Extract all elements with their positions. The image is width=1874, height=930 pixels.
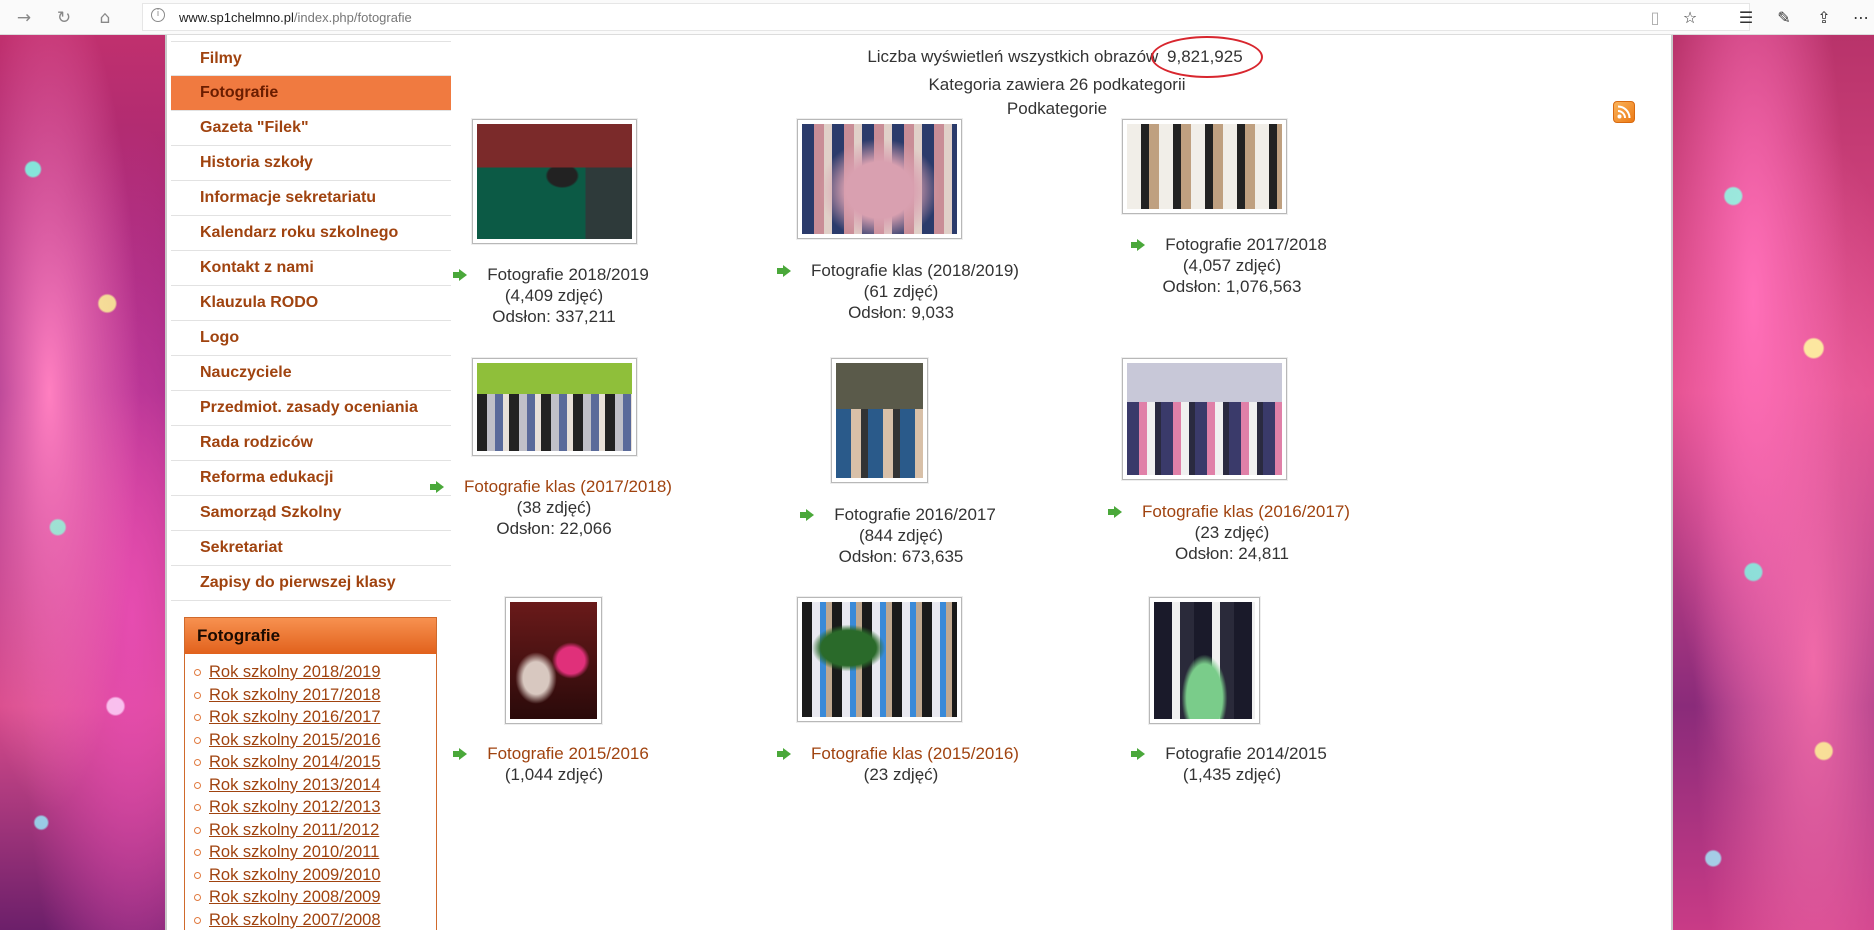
subcategory-title-link[interactable]: Fotografie 2017/2018 — [1131, 234, 1327, 255]
photo-count: (23 zdjęć) — [863, 765, 939, 784]
subcategory-title-link[interactable]: Fotografie klas (2016/2017) — [1108, 501, 1350, 522]
background-decoration-left — [0, 35, 165, 930]
subcategory-title-link[interactable]: Fotografie klas (2018/2019) — [777, 260, 1019, 281]
photo-image — [1154, 602, 1255, 719]
photo-count: (38 zdjęć) — [516, 498, 592, 517]
url-host: www.sp1chelmno.pl — [179, 10, 294, 25]
year-link-11[interactable]: Rok szkolny 2007/2008 — [193, 909, 436, 930]
subcategory-caption: Fotografie 2016/2017 (844 zdjęć) Odsłon: 6… — [711, 504, 1091, 567]
home-icon[interactable]: ⌂ — [93, 6, 117, 30]
subcategory-caption: Fotografie 2015/2016 (1,044 zdjęć) — [364, 743, 744, 785]
sidebar-item-15[interactable]: Zapisy do pierwszej klasy — [171, 566, 451, 601]
subcategory-thumbnail[interactable] — [1149, 597, 1260, 724]
year-link-9[interactable]: Rok szkolny 2009/2010 — [193, 864, 436, 887]
browser-toolbar: → ↻ ⌂ i www.sp1chelmno.pl/index.php/foto… — [0, 0, 1874, 35]
subcategory-title-link[interactable]: Fotografie klas (2017/2018) — [430, 476, 672, 497]
more-icon[interactable]: ⋯ — [1849, 6, 1873, 30]
photo-count: (844 zdjęć) — [858, 526, 944, 545]
photo-count: (61 zdjęć) — [863, 282, 939, 301]
sidebar-item-5[interactable]: Kalendarz roku szkolnego — [171, 216, 451, 251]
subcategories-heading: Podkategorie — [1006, 99, 1108, 118]
rss-icon[interactable] — [1613, 101, 1635, 123]
subcategory-title-link[interactable]: Fotografie 2014/2015 — [1131, 743, 1327, 764]
pen-icon[interactable]: ✎ — [1772, 6, 1796, 30]
year-link-7[interactable]: Rok szkolny 2011/2012 — [193, 819, 436, 842]
views-label: Liczba wyświetleń wszystkich obrazów — [867, 47, 1159, 66]
sidebar-item-2[interactable]: Gazeta "Filek" — [171, 111, 451, 146]
view-count: Odsłon: 673,635 — [838, 547, 964, 566]
year-link-10[interactable]: Rok szkolny 2008/2009 — [193, 886, 436, 909]
subcategory-thumbnail[interactable] — [505, 597, 602, 724]
photo-image — [802, 602, 957, 717]
photo-image — [477, 363, 632, 451]
photo-image — [510, 602, 597, 719]
year-link-1[interactable]: Rok szkolny 2017/2018 — [193, 684, 436, 707]
url-text: www.sp1chelmno.pl/index.php/fotografie — [179, 10, 412, 25]
sidebar-item-3[interactable]: Historia szkoły — [171, 146, 451, 181]
sidebar-item-0[interactable]: Filmy — [171, 41, 451, 76]
subcategory-thumbnail[interactable] — [472, 119, 637, 244]
forward-icon[interactable]: → — [12, 6, 36, 30]
subcategory-caption: Fotografie klas (2016/2017) (23 zdjęć) Ods… — [1042, 501, 1422, 564]
year-link-8[interactable]: Rok szkolny 2010/2011 — [193, 841, 436, 864]
view-count: Odsłon: 337,211 — [492, 307, 616, 326]
subcategory-thumbnail[interactable] — [472, 358, 637, 456]
photo-image — [477, 124, 632, 239]
photo-image — [802, 124, 957, 234]
address-bar[interactable]: i www.sp1chelmno.pl/index.php/fotografie — [142, 3, 1750, 31]
subcategory-caption: Fotografie klas (2018/2019) (61 zdjęć) Ods… — [711, 260, 1091, 323]
url-path: /index.php/fotografie — [293, 10, 412, 25]
share-icon[interactable]: ⇪ — [1812, 6, 1836, 30]
sidebar-item-10[interactable]: Przedmiot. zasady oceniania — [171, 391, 451, 426]
photo-count: (23 zdjęć) — [1194, 523, 1270, 542]
sidebar-item-1[interactable]: Fotografie — [171, 76, 451, 111]
photo-count: (1,435 zdjęć) — [1182, 765, 1282, 784]
sidebar-photos-title: Fotografie — [185, 618, 436, 654]
background-decoration-right — [1673, 35, 1874, 930]
favorite-star-icon[interactable]: ☆ — [1678, 6, 1702, 30]
sidebar-photos-list: Rok szkolny 2018/2019 Rok szkolny 2017/20… — [185, 654, 436, 930]
info-icon[interactable]: i — [151, 8, 165, 22]
year-link-2[interactable]: Rok szkolny 2016/2017 — [193, 706, 436, 729]
subcategory-caption: Fotografie klas (2017/2018) (38 zdjęć) Ods… — [364, 476, 744, 539]
refresh-icon[interactable]: ↻ — [52, 6, 76, 30]
year-link-6[interactable]: Rok szkolny 2012/2013 — [193, 796, 436, 819]
subcategory-caption: Fotografie 2014/2015 (1,435 zdjęć) — [1042, 743, 1422, 785]
page-content: Filmy Fotografie Gazeta "Filek" Historia sz… — [165, 35, 1673, 930]
subcategory-thumbnail[interactable] — [831, 358, 928, 483]
photo-count: (1,044 zdjęć) — [504, 765, 604, 784]
view-count: Odsłon: 24,811 — [1174, 544, 1290, 563]
subcategory-caption: Fotografie klas (2015/2016) (23 zdjęć) — [711, 743, 1091, 785]
photo-image — [836, 363, 923, 478]
subcategory-title-link[interactable]: Fotografie klas (2015/2016) — [777, 743, 1019, 764]
favorites-hub-icon[interactable]: ☰ — [1734, 6, 1758, 30]
highlight-oval — [1151, 36, 1264, 78]
view-count: Odsłon: 9,033 — [848, 303, 954, 322]
sidebar-item-9[interactable]: Nauczyciele — [171, 356, 451, 391]
subcategory-title-link[interactable]: Fotografie 2016/2017 — [800, 504, 996, 525]
subcategory-thumbnail[interactable] — [797, 119, 962, 239]
views-line: Liczba wyświetleń wszystkich obrazów 9,8… — [457, 36, 1657, 78]
stats-header: Liczba wyświetleń wszystkich obrazów 9,8… — [457, 36, 1657, 123]
views-count-wrap: 9,821,925 — [1151, 36, 1264, 78]
subcategory-title-link[interactable]: Fotografie 2018/2019 — [453, 264, 649, 285]
view-count: Odsłon: 1,076,563 — [1162, 277, 1302, 296]
subcategory-thumbnail[interactable] — [1122, 358, 1287, 480]
photo-count: (4,057 zdjęć) — [1182, 256, 1282, 275]
sidebar-item-4[interactable]: Informacje sekretariatu — [171, 181, 451, 216]
photo-image — [1127, 124, 1282, 209]
subcategory-thumbnail[interactable] — [797, 597, 962, 722]
photo-image — [1127, 363, 1282, 475]
subcategory-caption: Fotografie 2017/2018 (4,057 zdjęć) Odsłon:… — [1042, 234, 1422, 297]
year-link-0[interactable]: Rok szkolny 2018/2019 — [193, 661, 436, 684]
photo-count: (4,409 zdjęć) — [504, 286, 604, 305]
subcategory-thumbnail[interactable] — [1122, 119, 1287, 214]
subcategory-caption: Fotografie 2018/2019 (4,409 zdjęć) Odsłon:… — [364, 264, 744, 327]
view-count: Odsłon: 22,066 — [496, 519, 612, 538]
subcategory-title-link[interactable]: Fotografie 2015/2016 — [453, 743, 649, 764]
sidebar-item-11[interactable]: Rada rodziców — [171, 426, 451, 461]
reading-view-icon[interactable]: ▯ — [1643, 6, 1667, 30]
